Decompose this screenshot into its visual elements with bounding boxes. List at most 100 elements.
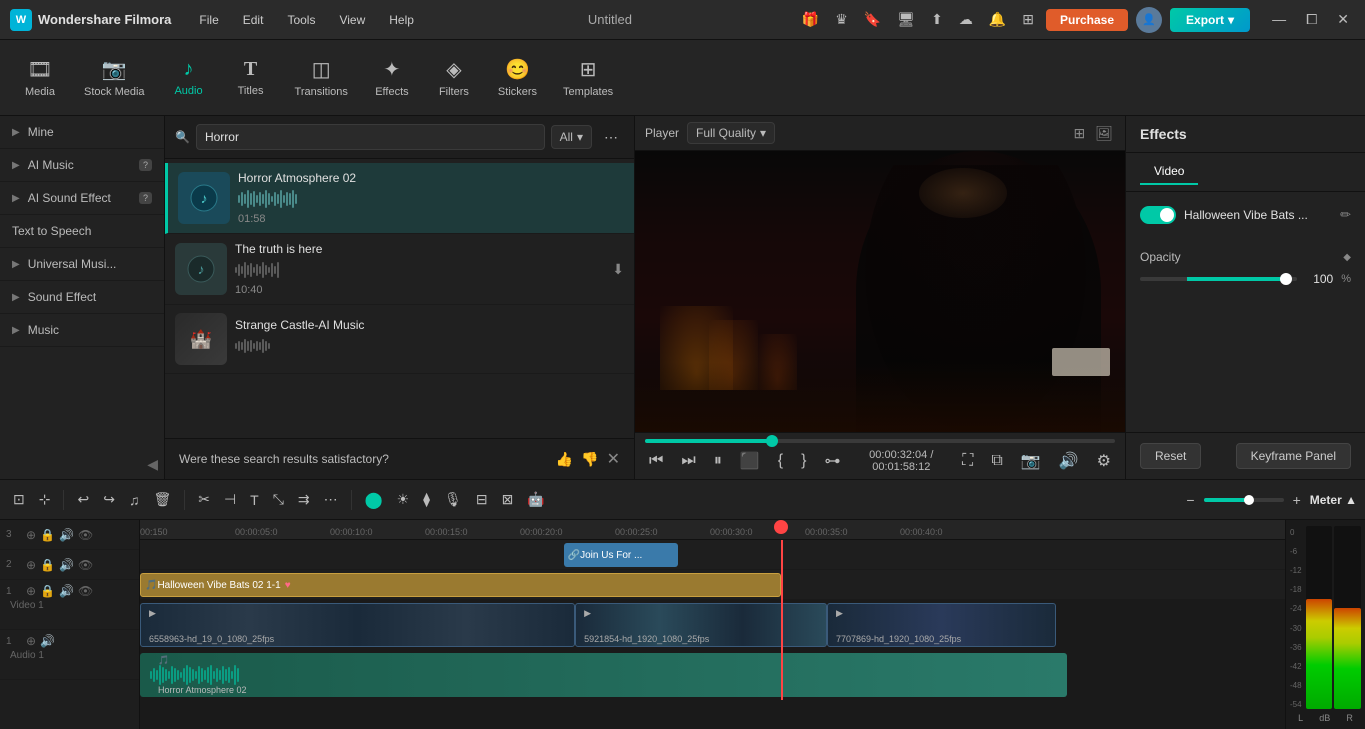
tl-delete-icon[interactable]: 🗑 <box>148 488 176 511</box>
trim-end-icon[interactable]: } <box>797 450 810 472</box>
gift-icon[interactable]: 🎁 <box>798 9 823 30</box>
tl-clip-audio1[interactable]: 🎵 Horror Atmosphere 02 <box>140 653 1067 697</box>
screenshot-icon[interactable]: 📷 <box>1017 449 1045 473</box>
sidebar-item-sound-effect[interactable]: ▶ Sound Effect <box>0 281 164 314</box>
tl-track-v1-add-icon[interactable]: ⊕ <box>26 584 36 598</box>
tl-track-3-eye-icon[interactable]: 👁 <box>78 528 93 542</box>
menu-tools[interactable]: Tools <box>279 9 323 31</box>
tl-crop-icon[interactable]: ⤡ <box>268 488 289 511</box>
trim-start-icon[interactable]: { <box>774 450 787 472</box>
tl-zoom-out-icon[interactable]: − <box>1181 489 1199 511</box>
tl-track-3-add-icon[interactable]: ⊕ <box>26 528 36 542</box>
toolbar-item-audio[interactable]: ♪ Audio <box>159 50 219 105</box>
bookmark-icon[interactable]: 🔖 <box>860 9 885 30</box>
grid-view-icon[interactable]: ⊞ <box>1071 123 1087 144</box>
effect-edit-icon[interactable]: ✏ <box>1340 207 1351 223</box>
settings-icon[interactable]: ⚙ <box>1093 449 1115 473</box>
tl-color-icon[interactable]: ☀ <box>392 488 415 511</box>
tl-cut-icon[interactable]: ✂ <box>193 488 215 511</box>
tl-track-2-lock-icon[interactable]: 🔒 <box>40 558 55 572</box>
tl-undo-icon[interactable]: ↩ <box>72 488 94 511</box>
tl-mic-icon[interactable]: 🎙 <box>439 488 467 511</box>
maximize-button[interactable]: ⧠ <box>1300 9 1323 30</box>
toolbar-item-transitions[interactable]: ◫ Transitions <box>283 49 360 106</box>
tl-track-v1-lock-icon[interactable]: 🔒 <box>40 584 55 598</box>
sidebar-item-text-to-speech[interactable]: Text to Speech <box>0 215 164 248</box>
pip-icon[interactable]: ⧉ <box>987 450 1006 472</box>
close-button[interactable]: ✕ <box>1331 9 1355 30</box>
search-more-icon[interactable]: ⋯ <box>598 125 624 150</box>
tl-snap-icon[interactable]: ⊡ <box>8 488 30 511</box>
tl-clip-join[interactable]: 🔗 Join Us For ... <box>564 543 679 567</box>
tl-zoom-slider[interactable] <box>1204 498 1284 502</box>
toolbar-item-media[interactable]: 🎞 Media <box>10 49 70 106</box>
toolbar-item-templates[interactable]: ⊞ Templates <box>551 49 625 106</box>
tl-record-icon[interactable]: ⬤ <box>360 487 388 513</box>
thumbs-up-icon[interactable]: 👍 <box>556 451 573 468</box>
sidebar-item-music[interactable]: ▶ Music <box>0 314 164 347</box>
audio-item-horror-atmosphere[interactable]: ♪ Horror Atmosphere 02 01:58 <box>165 163 634 234</box>
tl-select-icon[interactable]: ⊹ <box>34 488 56 511</box>
tl-clip-video3[interactable]: ▶ 7707869-hd_1920_1080_25fps <box>827 603 1056 647</box>
step-back-button[interactable]: ⏭ <box>677 450 699 472</box>
tl-more-icon[interactable]: ⋯ <box>319 488 343 511</box>
tl-track-3-mute-icon[interactable]: 🔊 <box>59 528 74 542</box>
player-progress-bar[interactable] <box>645 439 1115 443</box>
grid-icon[interactable]: ⊞ <box>1018 9 1038 30</box>
tl-motion-icon[interactable]: ⊠ <box>497 488 519 511</box>
tl-pip-icon[interactable]: ⊟ <box>471 488 493 511</box>
tl-marker-icon[interactable]: ⧫ <box>418 488 435 511</box>
opacity-diamond-icon[interactable]: ◆ <box>1343 252 1351 263</box>
split-icon[interactable]: ⊶ <box>820 449 844 473</box>
tl-meter-label[interactable]: Meter ▲ <box>1310 493 1357 507</box>
tl-track-v1-eye-icon[interactable]: 👁 <box>78 584 93 598</box>
screen-icon[interactable]: 🖥 <box>893 9 919 30</box>
player-quality-dropdown[interactable]: Full Quality ▾ <box>687 122 775 144</box>
tl-clip-video2[interactable]: ▶ 5921854-hd_1920_1080_25fps <box>575 603 827 647</box>
sidebar-item-universal-music[interactable]: ▶ Universal Musi... <box>0 248 164 281</box>
tl-track-2-add-icon[interactable]: ⊕ <box>26 558 36 572</box>
tl-track-v1-mute-icon[interactable]: 🔊 <box>59 584 74 598</box>
search-input[interactable] <box>196 124 545 150</box>
portrait-view-icon[interactable]: 🖼 <box>1093 123 1115 144</box>
fullscreen-icon[interactable]: ⛶ <box>958 450 977 472</box>
thumbs-down-icon[interactable]: 👎 <box>581 451 598 468</box>
tl-audio-icon[interactable]: ♫ <box>124 489 145 511</box>
menu-view[interactable]: View <box>331 9 373 31</box>
minimize-button[interactable]: — <box>1266 9 1292 30</box>
stop-button[interactable]: ⬛ <box>736 449 764 473</box>
reset-button[interactable]: Reset <box>1140 443 1201 469</box>
tl-trim-icon[interactable]: ⊣ <box>219 488 241 511</box>
tl-clip-halloween[interactable]: 🎵 Halloween Vibe Bats 02 1-1 ♥ <box>140 573 781 597</box>
keyframe-panel-button[interactable]: Keyframe Panel <box>1236 443 1351 469</box>
tl-track-a1-mute-icon[interactable]: 🔊 <box>40 634 55 648</box>
cloud-icon[interactable]: ☁ <box>955 9 977 30</box>
bell-icon[interactable]: 🔔 <box>985 9 1010 30</box>
toolbar-item-stock-media[interactable]: 📷 Stock Media <box>72 49 157 106</box>
sidebar-item-mine[interactable]: ▶ Mine <box>0 116 164 149</box>
purchase-button[interactable]: Purchase <box>1046 9 1128 31</box>
toolbar-item-filters[interactable]: ◈ Filters <box>424 49 484 106</box>
audio-item-strange-castle[interactable]: 🏰 Strange Castle-AI Music <box>165 305 634 374</box>
toolbar-item-titles[interactable]: T Titles <box>221 50 281 105</box>
crown-icon[interactable]: ♛ <box>831 9 852 30</box>
tl-track-2-eye-icon[interactable]: 👁 <box>78 558 93 572</box>
feedback-close-icon[interactable]: ✕ <box>607 449 620 469</box>
tl-clip-video1[interactable]: ▶ 6558963-hd_19_0_1080_25fps <box>140 603 575 647</box>
tl-speed-icon[interactable]: ⇉ <box>293 488 315 511</box>
toolbar-item-stickers[interactable]: 😊 Stickers <box>486 49 549 106</box>
tab-video[interactable]: Video <box>1140 159 1198 185</box>
collapse-panel-icon[interactable]: ◀ <box>147 456 158 473</box>
effect-toggle[interactable] <box>1140 206 1176 224</box>
tl-ai-icon[interactable]: 🤖 <box>522 488 549 511</box>
search-filter-dropdown[interactable]: All ▾ <box>551 125 592 149</box>
opacity-slider[interactable] <box>1140 277 1297 281</box>
tl-track-2-mute-icon[interactable]: 🔊 <box>59 558 74 572</box>
toolbar-item-effects[interactable]: ✦ Effects <box>362 49 422 106</box>
menu-help[interactable]: Help <box>381 9 422 31</box>
tl-track-a1-add-icon[interactable]: ⊕ <box>26 634 36 648</box>
tl-text-icon[interactable]: T <box>245 489 264 511</box>
tl-redo-icon[interactable]: ↪ <box>98 488 120 511</box>
download-icon[interactable]: ⬇ <box>612 261 624 278</box>
user-avatar[interactable]: 👤 <box>1136 7 1162 33</box>
